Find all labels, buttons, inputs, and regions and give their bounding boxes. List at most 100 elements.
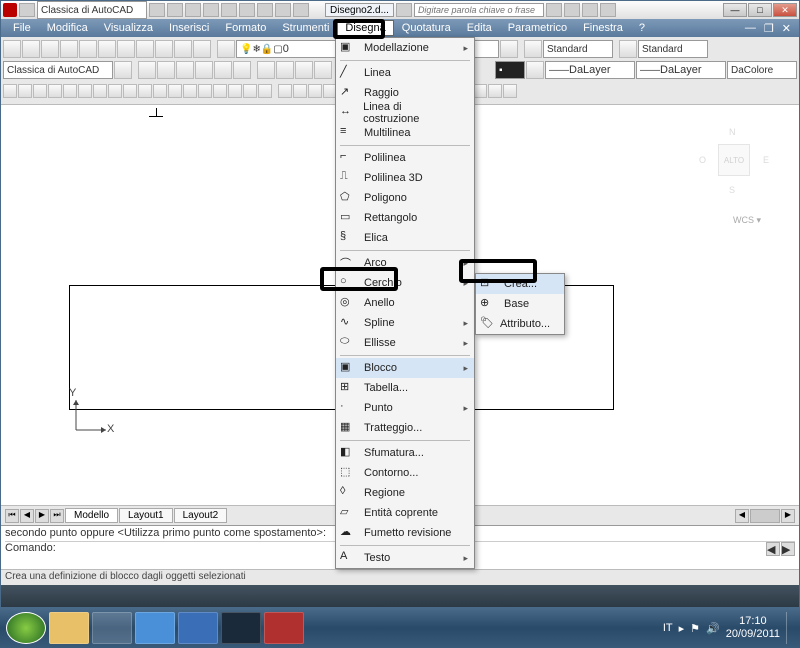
infocenter-icon[interactable] xyxy=(564,3,580,17)
draw-table-icon[interactable] xyxy=(168,84,182,98)
tab-model[interactable]: Modello xyxy=(65,508,118,523)
draw-pline-icon[interactable] xyxy=(33,84,47,98)
mi-attributo[interactable]: 🏷Attributo... xyxy=(476,314,564,334)
mdi-minimize-icon[interactable]: — xyxy=(741,20,760,37)
viewcube-north[interactable]: N xyxy=(729,127,736,137)
mi-raggio[interactable]: ↗Raggio xyxy=(336,83,474,103)
modify-fillet-icon[interactable] xyxy=(488,84,502,98)
tool-icon[interactable] xyxy=(157,61,175,79)
layer-icon[interactable] xyxy=(217,40,235,58)
qat-redo-icon[interactable] xyxy=(203,3,219,17)
tab-nav-next-icon[interactable]: ▶ xyxy=(35,509,49,523)
qat-print-icon[interactable] xyxy=(221,3,237,17)
draw-polygon-icon[interactable] xyxy=(48,84,62,98)
menu-formato[interactable]: Formato xyxy=(217,20,274,36)
tray-flag-icon[interactable]: ▸ xyxy=(679,622,685,635)
mi-linea[interactable]: ╱Linea xyxy=(336,63,474,83)
draw-text-icon[interactable] xyxy=(183,84,197,98)
modify-mirror-icon[interactable] xyxy=(308,84,322,98)
draw-spline-icon[interactable] xyxy=(108,84,122,98)
tool-icon[interactable] xyxy=(114,61,132,79)
close-button[interactable]: ✕ xyxy=(773,3,797,17)
draw-arc-icon[interactable] xyxy=(78,84,92,98)
task-explorer-icon[interactable] xyxy=(49,612,89,644)
task-autocad-icon[interactable] xyxy=(264,612,304,644)
task-photoshop-icon[interactable] xyxy=(221,612,261,644)
draw-rect-icon[interactable] xyxy=(63,84,77,98)
qat-undo-icon[interactable] xyxy=(185,3,201,17)
modify-chamfer-icon[interactable] xyxy=(473,84,487,98)
qat-open-icon[interactable] xyxy=(149,3,165,17)
workspace-combo[interactable]: Classica di AutoCAD xyxy=(37,1,147,19)
textstyle-combo[interactable]: Standard xyxy=(543,40,613,58)
qat-btn[interactable] xyxy=(275,3,291,17)
menu-quotatura[interactable]: Quotatura xyxy=(394,20,459,36)
task-ie-icon[interactable] xyxy=(135,612,175,644)
task-word-icon[interactable] xyxy=(178,612,218,644)
tool-icon[interactable] xyxy=(117,40,135,58)
draw-ellipse-icon[interactable] xyxy=(123,84,137,98)
tool-icon[interactable] xyxy=(214,61,232,79)
modify-copy-icon[interactable] xyxy=(293,84,307,98)
color-combo[interactable]: ▪ xyxy=(495,61,525,79)
mi-modellazione[interactable]: ▣Modellazione xyxy=(336,38,474,58)
menu-file[interactable]: File xyxy=(5,20,39,36)
qat-save-icon[interactable] xyxy=(167,3,183,17)
linetype-combo[interactable]: —— DaLayer xyxy=(545,61,635,79)
mi-base[interactable]: ⊕Base xyxy=(476,294,564,314)
mi-testo[interactable]: ATesto xyxy=(336,548,474,568)
start-button[interactable] xyxy=(6,612,46,644)
viewcube-south[interactable]: S xyxy=(729,185,735,195)
mi-rettangolo[interactable]: ▭Rettangolo xyxy=(336,208,474,228)
workspace-combo-2[interactable]: Classica di AutoCAD xyxy=(3,61,113,79)
mi-crea[interactable]: ⊡Crea... xyxy=(476,274,564,294)
tool-icon[interactable] xyxy=(136,40,154,58)
cmd-scroll-right-icon[interactable]: ▶ xyxy=(781,542,795,556)
mi-polilinea3d[interactable]: ⎍Polilinea 3D xyxy=(336,168,474,188)
qat-btn[interactable] xyxy=(239,3,255,17)
mi-spline[interactable]: ∿Spline xyxy=(336,313,474,333)
draw-hatch-icon[interactable] xyxy=(138,84,152,98)
tool-icon[interactable] xyxy=(243,84,257,98)
command-prompt[interactable]: Comando: xyxy=(5,542,56,554)
cmd-scroll-left-icon[interactable]: ◀ xyxy=(766,542,780,556)
mi-regione[interactable]: ◊Regione xyxy=(336,483,474,503)
tool-icon[interactable] xyxy=(174,40,192,58)
tool-icon[interactable] xyxy=(22,40,40,58)
menu-parametrico[interactable]: Parametrico xyxy=(500,20,575,36)
infocenter-icon[interactable] xyxy=(582,3,598,17)
mi-poligono[interactable]: ⬠Poligono xyxy=(336,188,474,208)
menu-help[interactable]: ? xyxy=(631,20,653,36)
tray-lang[interactable]: IT xyxy=(663,622,673,634)
task-app-icon[interactable] xyxy=(92,612,132,644)
tool-icon[interactable] xyxy=(41,40,59,58)
menu-visualizza[interactable]: Visualizza xyxy=(96,20,161,36)
tab-nav-prev-icon[interactable]: ◀ xyxy=(20,509,34,523)
mi-cerchio[interactable]: ○Cerchio xyxy=(336,273,474,293)
tray-volume-icon[interactable]: 🔊 xyxy=(706,622,720,635)
tray-action-icon[interactable]: ⚑ xyxy=(690,622,700,635)
tool-icon[interactable] xyxy=(138,61,156,79)
mdi-restore-icon[interactable]: ❐ xyxy=(760,20,778,37)
tablestyle-combo[interactable]: Standard xyxy=(638,40,708,58)
menu-disegna[interactable]: Disegna xyxy=(337,20,393,36)
tool-icon[interactable] xyxy=(276,61,294,79)
qat-dropdown-icon[interactable] xyxy=(293,3,309,17)
mdi-close-icon[interactable]: ✕ xyxy=(778,20,795,37)
mi-linea-costruzione[interactable]: ↔Linea di costruzione xyxy=(336,103,474,123)
file-tab-close-icon[interactable] xyxy=(396,3,412,17)
tab-nav-first-icon[interactable]: ⏮ xyxy=(5,509,19,523)
text-icon[interactable] xyxy=(524,40,542,58)
mi-contorno[interactable]: ⬚Contorno... xyxy=(336,463,474,483)
viewcube[interactable]: ALTO N E O S xyxy=(699,125,769,195)
tool-icon[interactable] xyxy=(228,84,242,98)
mi-polilinea[interactable]: ⌐Polilinea xyxy=(336,148,474,168)
mi-arco[interactable]: ⌒Arco xyxy=(336,253,474,273)
mi-blocco[interactable]: ▣Blocco xyxy=(336,358,474,378)
tab-nav-last-icon[interactable]: ⏭ xyxy=(50,509,64,523)
wcs-label[interactable]: WCS ▾ xyxy=(733,215,761,226)
maximize-button[interactable]: □ xyxy=(748,3,772,17)
plotstyle-combo[interactable]: DaColore xyxy=(727,61,797,79)
draw-point-icon[interactable] xyxy=(213,84,227,98)
minimize-button[interactable]: — xyxy=(723,3,747,17)
